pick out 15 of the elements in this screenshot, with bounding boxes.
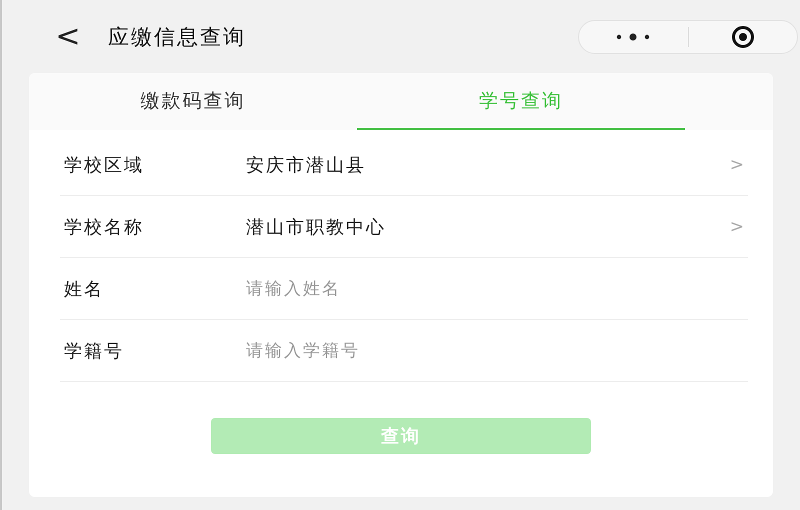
tab[interactable]: 缴款码查询 [29, 73, 357, 130]
field-label: 学校区域 [63, 154, 145, 176]
chevron: > [730, 154, 744, 174]
input-field[interactable]: 请输入姓名 [246, 278, 748, 298]
select-row[interactable]: 学校区域 安庆市潜山县 > [60, 134, 748, 196]
field-value: 安庆市潜山县 [246, 154, 367, 176]
back-button[interactable]: < [43, 22, 93, 52]
field-label: 姓名 [63, 278, 105, 300]
select-row[interactable]: 学校名称 潜山市职教中心 > [60, 196, 748, 258]
field-label: 学校名称 [63, 216, 145, 238]
page-title: 应缴信息查询 [108, 24, 247, 50]
chevron: > [730, 216, 744, 236]
field-label: 学籍号 [63, 340, 125, 362]
field-value: 潜山市职教中心 [246, 216, 387, 238]
input-field[interactable]: 请输入学籍号 [246, 340, 748, 360]
